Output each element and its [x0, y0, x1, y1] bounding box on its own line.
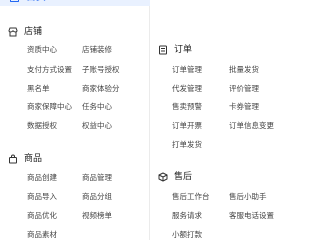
- menu-item-order-info-change[interactable]: 订单信息变更: [229, 121, 274, 131]
- home-icon: [10, 0, 19, 2]
- menu-item-benefits-center[interactable]: 权益中心: [82, 121, 112, 131]
- section-title-orders: 订单: [174, 45, 193, 55]
- menu-item-print-and-ship[interactable]: 打单发货: [172, 140, 202, 150]
- section-title-goods: 商品: [24, 154, 43, 164]
- menu-item-sub-account-auth[interactable]: 子账号授权: [82, 65, 120, 75]
- section-title-store: 店铺: [24, 27, 43, 37]
- menu-item-merchant-guarantee-center[interactable]: 商家保障中心: [27, 102, 72, 112]
- section-title-after-sales: 售后: [174, 172, 193, 182]
- menu-item-after-sales-assistant[interactable]: 售后小助手: [229, 192, 267, 202]
- menu-item-video-ranking[interactable]: 视频榜单: [82, 211, 112, 221]
- menu-item-coupon-manage[interactable]: 卡券管理: [229, 102, 259, 112]
- menu-item-merchant-experience-score[interactable]: 商家体验分: [82, 84, 120, 94]
- menu-item-qualification-center[interactable]: 资质中心: [27, 45, 57, 55]
- menu-item-store-decoration[interactable]: 店铺装修: [82, 45, 112, 55]
- menu-item-goods-create[interactable]: 商品创建: [27, 173, 57, 183]
- order-list-icon: [158, 45, 168, 55]
- menu-item-data-authorization[interactable]: 数据授权: [27, 121, 57, 131]
- left-menu-column: 首页 店铺 资质中心 店铺装修 支付方式设置 子账号授权 黑名单 商家体验分 商…: [0, 0, 150, 240]
- nav-item-home[interactable]: 首页: [0, 0, 150, 6]
- after-sales-cube-icon: [158, 172, 168, 182]
- menu-item-goods-group[interactable]: 商品分组: [82, 192, 112, 202]
- goods-bag-icon: [8, 154, 18, 164]
- menu-item-dropship-manage[interactable]: 代发管理: [172, 84, 202, 94]
- section-header-goods: 商品: [8, 153, 42, 165]
- menu-item-small-payment[interactable]: 小额打款: [172, 230, 202, 240]
- menu-item-blacklist[interactable]: 黑名单: [27, 84, 50, 94]
- right-menu-column: 订单 订单管理 批量发货 代发管理 评价管理 售卖预警 卡券管理 订单开票 订单…: [151, 0, 320, 240]
- menu-item-review-manage[interactable]: 评价管理: [229, 84, 259, 94]
- menu-item-task-center[interactable]: 任务中心: [82, 102, 112, 112]
- menu-item-sales-alert[interactable]: 售卖预警: [172, 102, 202, 112]
- menu-item-batch-ship[interactable]: 批量发货: [229, 65, 259, 75]
- section-header-after-sales: 售后: [158, 171, 192, 183]
- section-header-orders: 订单: [158, 44, 192, 56]
- menu-item-goods-material[interactable]: 商品素材: [27, 230, 57, 240]
- menu-item-after-sales-workbench[interactable]: 售后工作台: [172, 192, 210, 202]
- menu-item-service-request[interactable]: 服务请求: [172, 211, 202, 221]
- menu-item-goods-import[interactable]: 商品导入: [27, 192, 57, 202]
- nav-item-home-label: 首页: [26, 0, 46, 3]
- menu-item-goods-manage[interactable]: 商品管理: [82, 173, 112, 183]
- menu-item-order-invoice[interactable]: 订单开票: [172, 121, 202, 131]
- section-header-store: 店铺: [8, 26, 42, 38]
- store-icon: [8, 27, 18, 37]
- menu-item-cs-phone-settings[interactable]: 客服电话设置: [229, 211, 274, 221]
- menu-item-goods-optimize[interactable]: 商品优化: [27, 211, 57, 221]
- menu-item-order-manage[interactable]: 订单管理: [172, 65, 202, 75]
- menu-item-payment-settings[interactable]: 支付方式设置: [27, 65, 72, 75]
